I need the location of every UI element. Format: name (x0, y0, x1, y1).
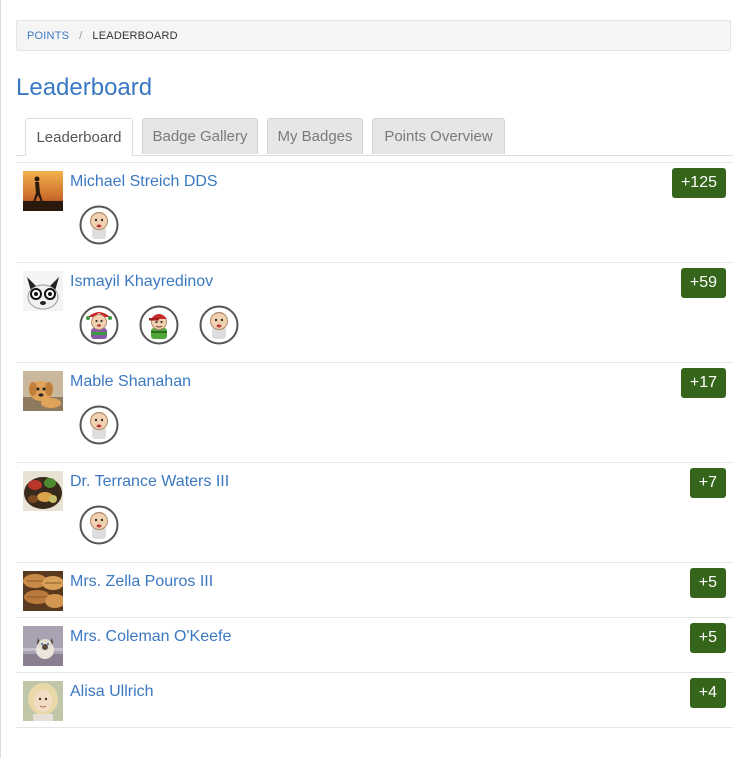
user-name-link[interactable]: Dr. Terrance Waters III (70, 473, 229, 491)
baby-badge-icon[interactable] (79, 405, 119, 445)
baby-badge-icon[interactable] (199, 305, 239, 345)
tab-my-badges[interactable]: My Badges (267, 118, 363, 154)
points-badge: +5 (689, 568, 726, 598)
tab-badge-gallery[interactable]: Badge Gallery (142, 118, 258, 154)
girl-portrait-avatar[interactable] (23, 681, 63, 721)
tab-bar: Leaderboard Badge Gallery My Badges Poin… (16, 117, 733, 156)
tab-points-overview[interactable]: Points Overview (372, 118, 505, 154)
dog-with-glasses-avatar[interactable] (23, 271, 63, 311)
puppy-avatar[interactable] (23, 371, 63, 411)
user-name-link[interactable]: Alisa Ullrich (70, 683, 154, 701)
page-left-border (0, 0, 1, 758)
points-badge: +4 (689, 678, 726, 708)
leaderboard-row: Mrs. Zella Pouros III +5 (16, 563, 733, 618)
food-plate-avatar[interactable] (23, 471, 63, 511)
points-badge: +59 (680, 268, 726, 298)
leaderboard-row: Mable Shanahan +17 (16, 363, 733, 463)
baby-badge-icon[interactable] (79, 505, 119, 545)
breadcrumb-separator: / (79, 29, 83, 42)
siamese-cat-avatar[interactable] (23, 626, 63, 666)
leaderboard-row: Ismayil Khayredinov +59 (16, 263, 733, 363)
jester-badge-icon[interactable] (79, 305, 119, 345)
user-name-link[interactable]: Mable Shanahan (70, 373, 191, 391)
leaderboard-row: Michael Streich DDS +125 (16, 163, 733, 263)
breadcrumb: POINTS / LEADERBOARD (16, 20, 731, 51)
baby-badge-icon[interactable] (79, 205, 119, 245)
leaderboard-list: Michael Streich DDS +125 Ismayil Khayred… (16, 162, 733, 728)
breadcrumb-current: LEADERBOARD (92, 29, 178, 42)
leaderboard-row: Mrs. Coleman O'Keefe +5 (16, 618, 733, 673)
tab-leaderboard[interactable]: Leaderboard (25, 118, 133, 156)
points-badge: +125 (671, 168, 726, 198)
badge-list (79, 505, 119, 545)
silhouette-sunset-avatar[interactable] (23, 171, 63, 211)
badge-list (79, 305, 239, 345)
badge-list (79, 405, 119, 445)
points-badge: +7 (689, 468, 726, 498)
user-name-link[interactable]: Mrs. Zella Pouros III (70, 573, 213, 591)
badge-list (79, 205, 119, 245)
bread-avatar[interactable] (23, 571, 63, 611)
cap-kid-badge-icon[interactable] (139, 305, 179, 345)
points-badge: +17 (680, 368, 726, 398)
breadcrumb-points-link[interactable]: POINTS (27, 30, 69, 42)
user-name-link[interactable]: Ismayil Khayredinov (70, 273, 213, 291)
points-badge: +5 (689, 623, 726, 653)
page-title: Leaderboard (16, 74, 153, 101)
user-name-link[interactable]: Michael Streich DDS (70, 173, 218, 191)
leaderboard-row: Alisa Ullrich +4 (16, 673, 733, 728)
user-name-link[interactable]: Mrs. Coleman O'Keefe (70, 628, 231, 646)
leaderboard-row: Dr. Terrance Waters III +7 (16, 463, 733, 563)
